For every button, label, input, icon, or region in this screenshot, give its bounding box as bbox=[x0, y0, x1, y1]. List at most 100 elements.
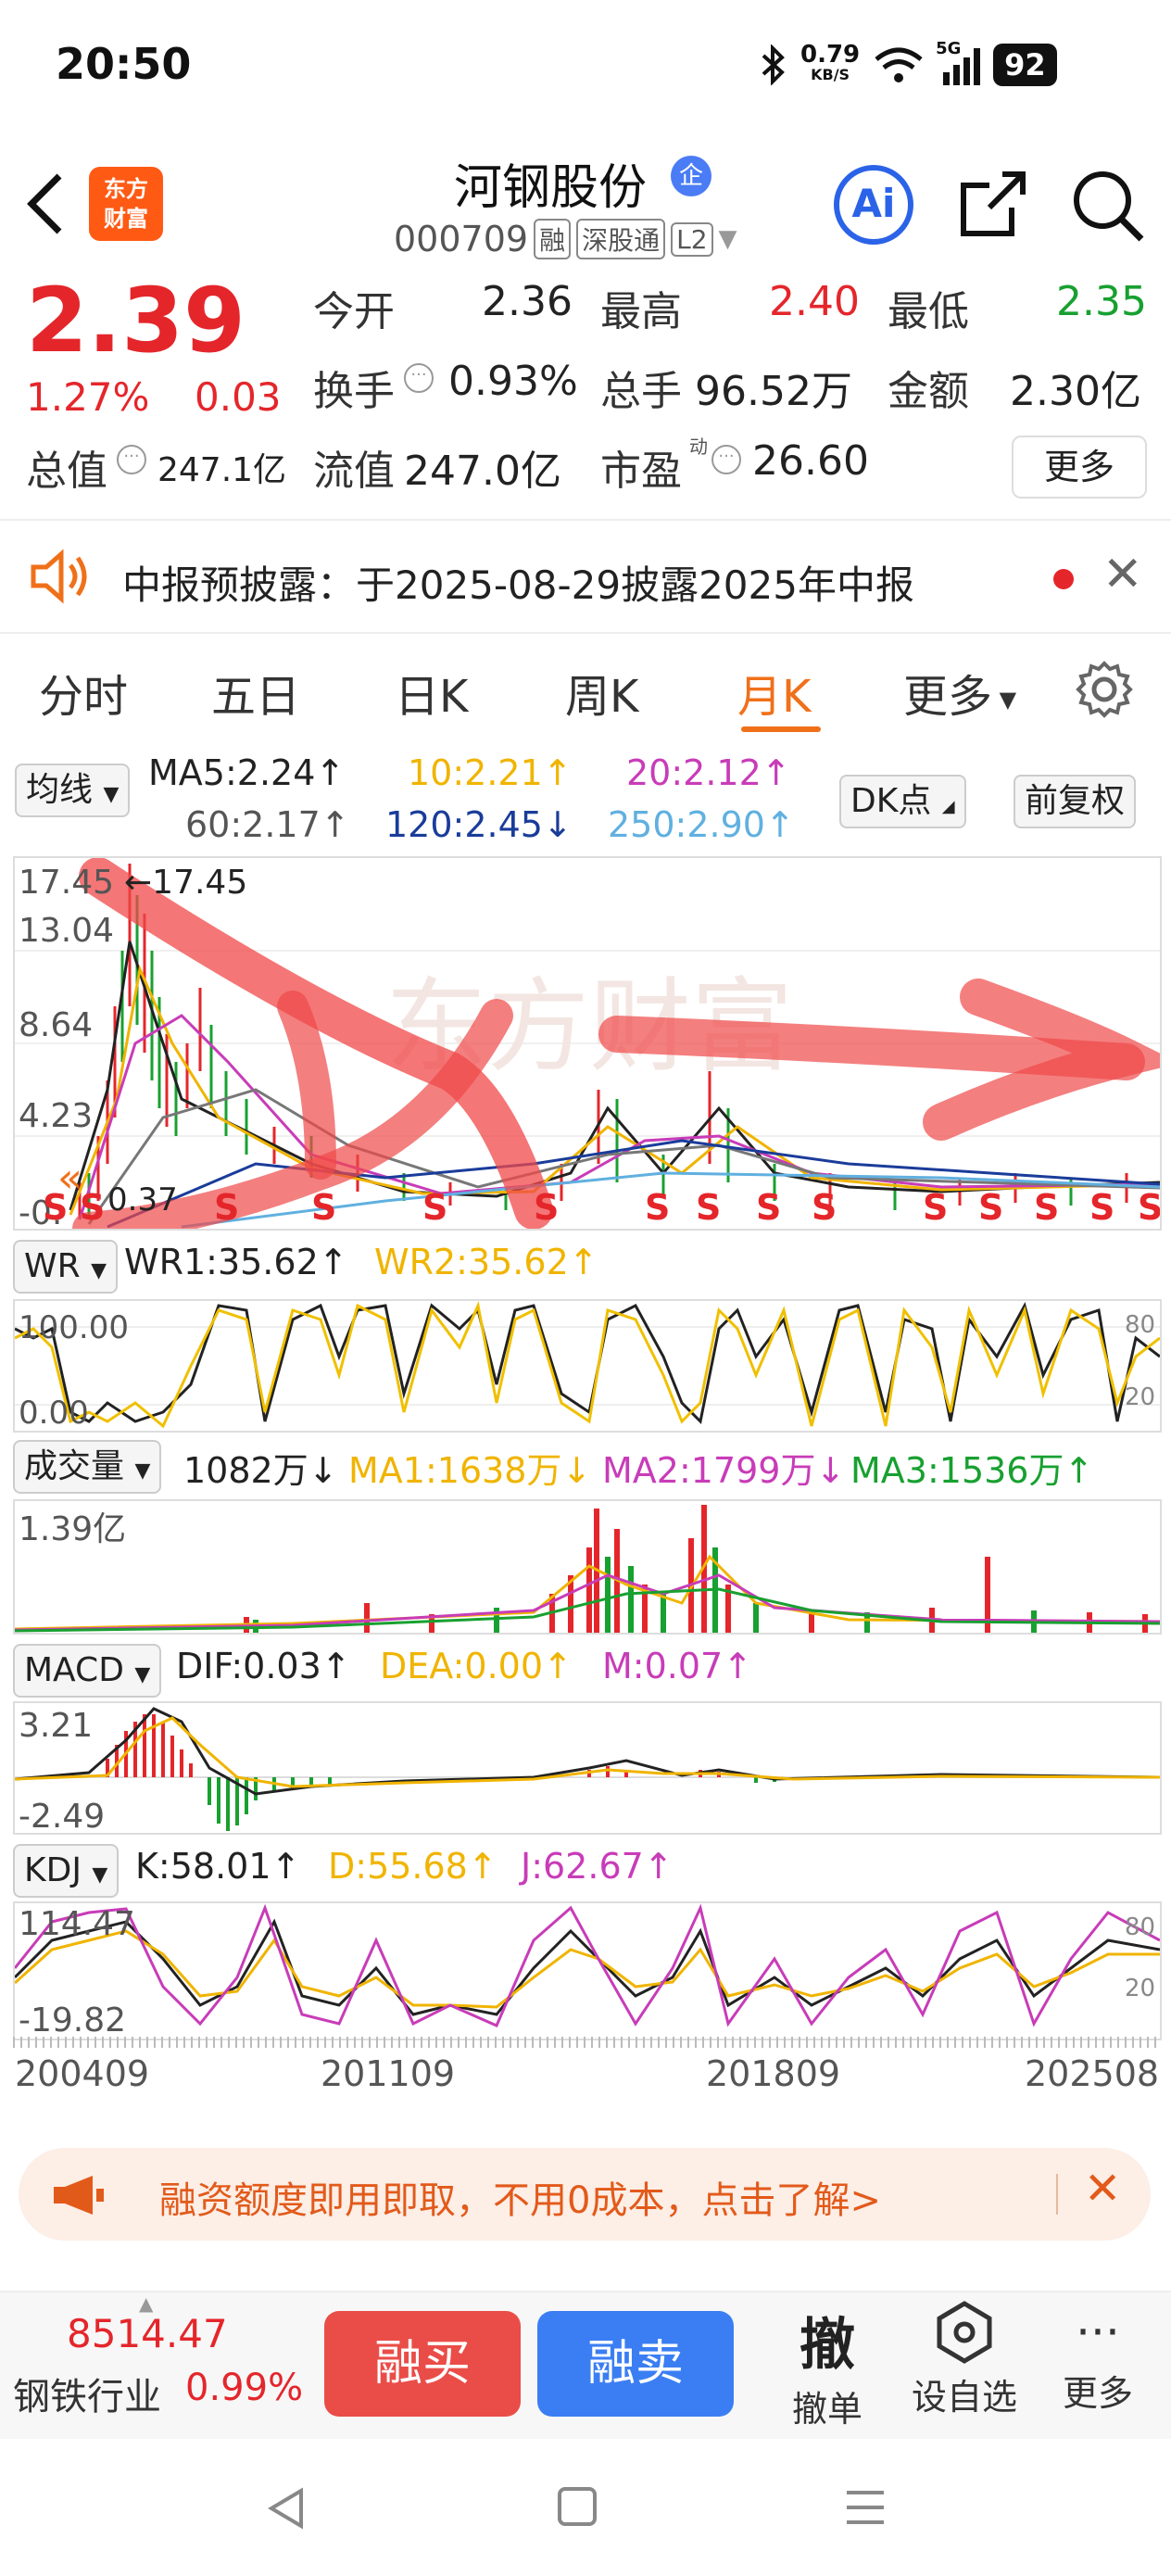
period-tabs: 分时 五日 日K 周K 月K 更多 ▼ bbox=[0, 639, 1171, 741]
svg-text:S: S bbox=[1089, 1187, 1114, 1228]
float-value: 247.0亿 bbox=[404, 448, 561, 495]
m-value: M:0.07↑ bbox=[602, 1646, 753, 1686]
info-icon[interactable]: ··· bbox=[711, 445, 741, 474]
notice-text: 中报预披露：于2025-08-29披露2025年中报 bbox=[122, 562, 914, 608]
svg-text:S: S bbox=[978, 1187, 1003, 1228]
enterprise-badge: 企 bbox=[671, 156, 711, 196]
more-actions-button[interactable]: ··· 更多 bbox=[1047, 2300, 1149, 2416]
nav-home-icon[interactable] bbox=[556, 2485, 598, 2528]
system-icons: 0.79 KB/S 5G 92 bbox=[760, 37, 1057, 93]
close-icon[interactable]: ✕ bbox=[1084, 2163, 1121, 2215]
bluetooth-icon bbox=[762, 44, 785, 85]
info-icon[interactable]: ··· bbox=[404, 363, 434, 393]
kdj-legend: KDJ ▼ K:58.01↑ D:55.68↑ J:62.67↑ bbox=[0, 1840, 1171, 1898]
svg-text:S: S bbox=[645, 1187, 670, 1228]
margin-sell-button[interactable]: 融卖 bbox=[537, 2311, 734, 2417]
wr-dropdown[interactable]: WR ▼ bbox=[13, 1240, 118, 1294]
industry-change: 0.99% bbox=[185, 2367, 304, 2409]
ref-label: 20 bbox=[1125, 1383, 1155, 1411]
battery-icon: 92 bbox=[993, 44, 1057, 86]
j-value: J:62.67↑ bbox=[521, 1846, 674, 1887]
ref-label: 80 bbox=[1125, 1913, 1155, 1941]
nav-back-icon[interactable] bbox=[264, 2485, 310, 2532]
ma20-value: 20:2.12↑ bbox=[626, 752, 791, 793]
kdj-chart[interactable]: 114.47 -19.82 80 20 bbox=[13, 1901, 1162, 2040]
svg-text:S: S bbox=[1034, 1187, 1059, 1228]
x-label: 202508 bbox=[1025, 2053, 1160, 2094]
y-label: 3.21 bbox=[19, 1707, 93, 1745]
more-quote-button[interactable]: 更多 bbox=[1012, 436, 1147, 499]
tab-intraday[interactable]: 分时 bbox=[39, 660, 128, 725]
volume-chart[interactable]: 1.39亿 bbox=[13, 1499, 1162, 1635]
vol-ma1-value: MA1:1638万↓ bbox=[348, 1450, 592, 1491]
tab-daily-k[interactable]: 日K bbox=[395, 660, 468, 725]
turnover-label: 换手 bbox=[313, 368, 395, 415]
wr1-value: WR1:35.62↑ bbox=[124, 1242, 348, 1282]
x-label: 201809 bbox=[706, 2053, 841, 2094]
svg-text:S: S bbox=[534, 1187, 559, 1228]
industry-index-value[interactable]: 8514.47 bbox=[67, 2311, 228, 2356]
ma-dropdown[interactable]: 均线 ▼ bbox=[15, 764, 131, 817]
chevron-left-icon bbox=[27, 173, 62, 234]
tab-weekly-k[interactable]: 周K bbox=[565, 660, 638, 725]
x-label: 200409 bbox=[15, 2053, 150, 2094]
add-watchlist-button[interactable]: 设自选 bbox=[904, 2300, 1025, 2419]
ai-button[interactable]: Ai bbox=[834, 165, 913, 245]
status-bar: 20:50 0.79 KB/S 5G 92 bbox=[0, 0, 1171, 130]
last-price: 2.39 bbox=[26, 269, 246, 373]
wr-chart[interactable]: 100.00 0.00 80 20 bbox=[13, 1299, 1162, 1433]
divider bbox=[1056, 2174, 1058, 2215]
y-label: 4.23 bbox=[19, 1097, 93, 1135]
stock-code: 000709 bbox=[394, 219, 529, 259]
promo-banner[interactable]: 融资额度即用即取，不用0成本，点击了解> ✕ bbox=[19, 2148, 1151, 2241]
tab-monthly-k[interactable]: 月K bbox=[737, 660, 811, 725]
gear-icon[interactable] bbox=[1075, 660, 1134, 719]
high-value: 2.40 bbox=[769, 278, 860, 325]
tab-more[interactable]: 更多 ▼ bbox=[903, 660, 1016, 725]
search-icon[interactable] bbox=[1065, 163, 1149, 246]
margin-buy-button[interactable]: 融买 bbox=[324, 2311, 521, 2417]
close-icon[interactable]: ✕ bbox=[1102, 547, 1143, 602]
ma250-value: 250:2.90↑ bbox=[608, 804, 795, 845]
tab-five-day[interactable]: 五日 bbox=[211, 660, 300, 725]
svg-text:S: S bbox=[80, 1187, 105, 1228]
y-label: 13.04 bbox=[19, 912, 114, 950]
cancel-icon: 撤 bbox=[800, 2313, 855, 2378]
svg-text:S: S bbox=[812, 1187, 837, 1228]
cancel-order-button[interactable]: 撤 撤单 bbox=[776, 2300, 878, 2431]
unread-dot bbox=[1053, 569, 1074, 589]
dk-point-button[interactable]: DK点 ◢ bbox=[839, 775, 966, 828]
kline-chart[interactable]: 东方财富 17.45 13.04 8.64 4.23 -0. ←17.45 0. bbox=[13, 856, 1162, 1231]
volume-dropdown[interactable]: 成交量 ▼ bbox=[13, 1440, 162, 1494]
low-label: 最低 bbox=[888, 288, 969, 335]
ref-label: 80 bbox=[1125, 1311, 1155, 1339]
system-nav-bar bbox=[0, 2439, 1171, 2576]
svg-text:S: S bbox=[923, 1187, 948, 1228]
y-label: 100.00 bbox=[19, 1309, 129, 1346]
caret-down-icon: ▼ bbox=[718, 225, 737, 253]
adjust-button[interactable]: 前复权 bbox=[1014, 775, 1137, 828]
ref-label: 20 bbox=[1125, 1975, 1155, 2002]
nav-recents-icon[interactable] bbox=[843, 2487, 888, 2528]
y-label: 17.45 bbox=[19, 864, 114, 902]
quote-panel: 2.39 1.27% 0.03 今开 2.36 最高 2.40 最低 2.35 … bbox=[0, 269, 1171, 500]
vol-ma3-value: MA3:1536万↑ bbox=[850, 1450, 1094, 1491]
ma-legend-bar: 均线 ▼ MA5:2.24↑ 10:2.21↑ 20:2.12↑ 60:2.17… bbox=[0, 747, 1171, 849]
macd-dropdown[interactable]: MACD ▼ bbox=[13, 1644, 162, 1698]
bottom-action-bar: ▲ 8514.47 钢铁行业 0.99% 融买 融卖 撤 撤单 设自选 ··· … bbox=[0, 2291, 1171, 2441]
kdj-dropdown[interactable]: KDJ ▼ bbox=[13, 1844, 120, 1898]
macd-chart[interactable]: 3.21 -2.49 bbox=[13, 1701, 1162, 1835]
change-amount: 0.03 bbox=[195, 374, 282, 420]
notice-bar[interactable]: 中报预披露：于2025-08-29披露2025年中报 ✕ bbox=[0, 519, 1171, 634]
svg-text:S: S bbox=[311, 1187, 336, 1228]
stock-code-row[interactable]: 000709 融 深股通 L2 ▼ bbox=[394, 219, 737, 259]
share-icon[interactable] bbox=[956, 167, 1030, 241]
info-icon[interactable]: ··· bbox=[117, 445, 146, 474]
svg-text:S: S bbox=[696, 1187, 721, 1228]
back-button[interactable] bbox=[22, 167, 69, 253]
more-dots-icon: ··· bbox=[1076, 2305, 1120, 2359]
industry-name[interactable]: 钢铁行业 bbox=[13, 2367, 161, 2420]
y-label: -19.82 bbox=[19, 2001, 126, 2039]
high-label: 最高 bbox=[600, 288, 682, 335]
turnover-value: 0.93% bbox=[448, 358, 578, 405]
